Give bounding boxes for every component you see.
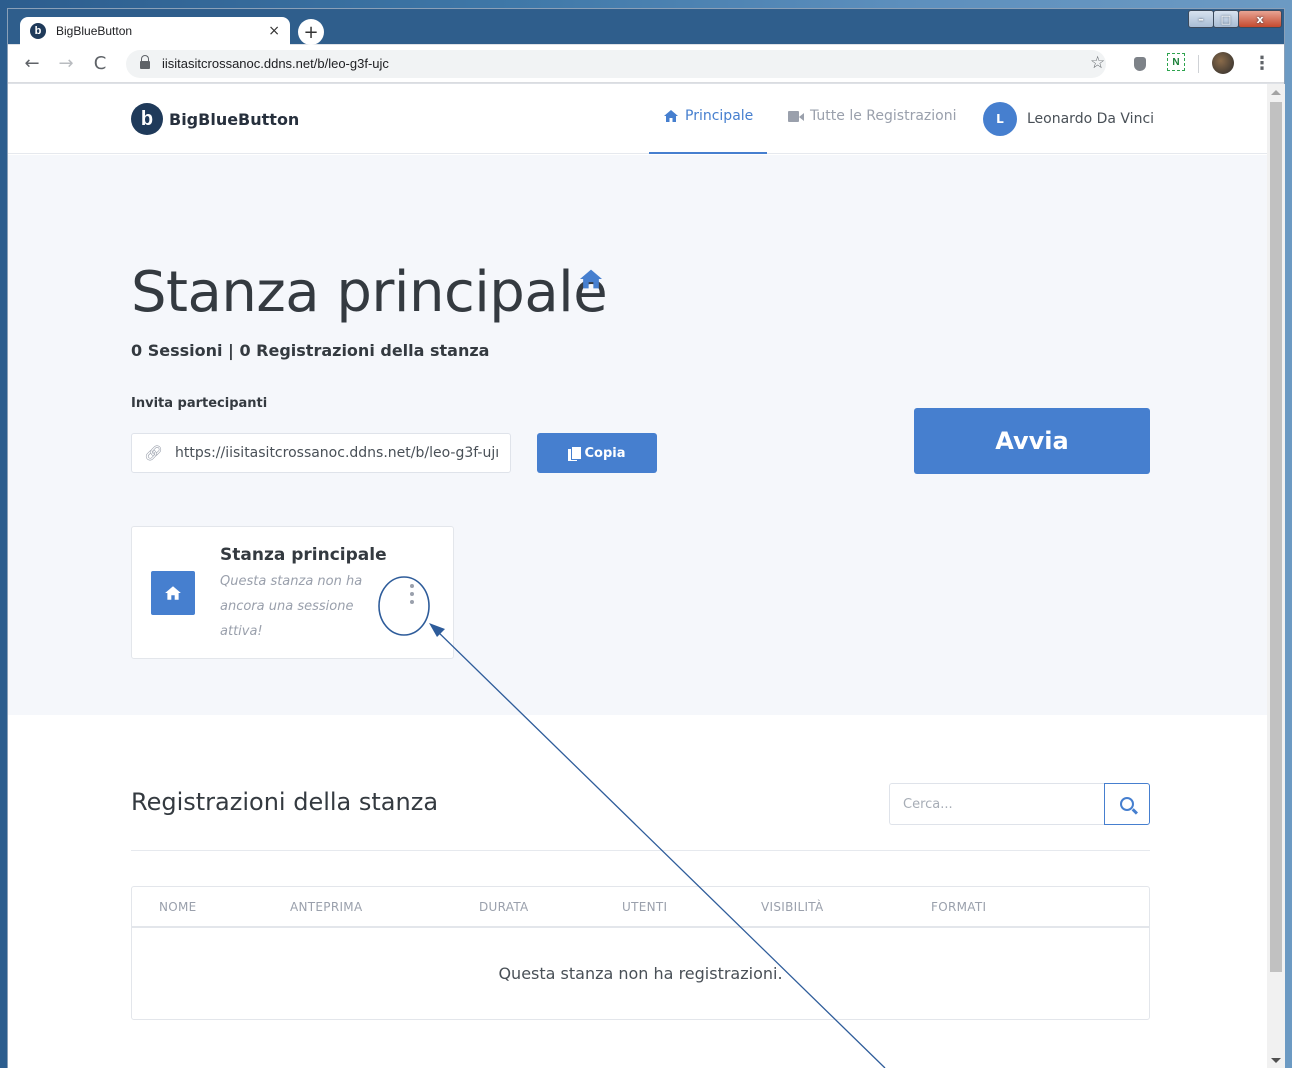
scroll-thumb[interactable] (1270, 102, 1282, 972)
copy-icon (568, 445, 583, 461)
nav-home-label: Principale (685, 108, 754, 124)
browser-toolbar: ← → C iisitasitcrossanoc.ddns.net/b/leo-… (8, 45, 1284, 83)
bookmark-star-icon[interactable]: ☆ (1090, 53, 1105, 73)
minimize-button[interactable]: – (1188, 10, 1214, 28)
page-viewport: b BigBlueButton Principale Tutte le Regi… (8, 84, 1267, 1068)
column-header-visibility[interactable]: VISIBILITÀ (761, 900, 824, 914)
url-text: iisitasitcrossanoc.ddns.net/b/leo-g3f-uj… (162, 56, 389, 71)
room-card[interactable]: Stanza principale Questa stanza non ha a… (131, 526, 454, 659)
column-header-formats: FORMATI (931, 900, 987, 914)
invite-url-value: https://iisitasitcrossanoc.ddns.net/b/le… (175, 445, 500, 461)
site-navbar: b BigBlueButton Principale Tutte le Regi… (8, 84, 1267, 154)
column-header-preview: ANTEPRIMA (290, 900, 363, 914)
maximize-button[interactable]: □ (1213, 10, 1239, 28)
room-home-icon (151, 571, 195, 615)
copy-button-label: Copia (584, 445, 626, 461)
room-hero: Stanza principale 0 Sessioni | 0 Registr… (8, 155, 1267, 715)
reload-button[interactable]: C (86, 50, 114, 78)
window-controls: – □ x (1188, 10, 1282, 28)
section-divider (131, 850, 1150, 851)
address-bar[interactable]: iisitasitcrossanoc.ddns.net/b/leo-g3f-uj… (126, 49, 1106, 78)
browser-menu-icon[interactable]: ⋮ (1253, 53, 1271, 74)
scroll-up-arrow[interactable] (1271, 90, 1281, 95)
room-stats: 0 Sessioni | 0 Registrazioni della stanz… (131, 341, 490, 360)
home-icon (664, 110, 678, 122)
user-name: Leonardo Da Vinci (1027, 111, 1155, 127)
column-header-duration[interactable]: DURATA (479, 900, 529, 914)
brand-name: BigBlueButton (169, 109, 300, 129)
column-header-name[interactable]: NOME (159, 900, 197, 914)
new-tab-button[interactable]: + (298, 19, 324, 45)
scroll-down-arrow[interactable] (1271, 1058, 1281, 1063)
brand[interactable]: b BigBlueButton (131, 103, 299, 135)
close-window-button[interactable]: x (1238, 10, 1282, 28)
extension-n-icon[interactable]: N (1167, 53, 1185, 71)
kebab-menu-icon[interactable] (408, 584, 416, 604)
toolbar-separator (1198, 55, 1199, 73)
back-button[interactable]: ← (18, 50, 46, 78)
tab-close-icon[interactable]: × (268, 23, 280, 39)
favicon-icon: b (30, 23, 46, 39)
home-room-icon (580, 269, 602, 289)
lock-icon (140, 55, 150, 69)
tab-title: BigBlueButton (56, 24, 133, 38)
recordings-search (889, 783, 1150, 825)
nav-recordings-link[interactable]: Tutte le Registrazioni (788, 108, 956, 124)
nav-home-link[interactable]: Principale (663, 108, 753, 124)
recordings-table: NOME ANTEPRIMA DURATA UTENTI VISIBILITÀ … (131, 886, 1150, 1020)
tab-bigbluebutton[interactable]: b BigBlueButton × (20, 17, 290, 45)
forward-button[interactable]: → (52, 50, 80, 78)
empty-recordings-message: Questa stanza non ha registrazioni. (498, 963, 783, 983)
copy-button[interactable]: Copia (537, 433, 657, 473)
page-scrollbar[interactable] (1267, 84, 1285, 1068)
search-input[interactable] (889, 783, 1104, 825)
active-nav-indicator (649, 152, 767, 154)
video-camera-icon (788, 110, 804, 122)
invite-label: Invita partecipanti (131, 396, 268, 411)
room-card-title: Stanza principale (220, 545, 387, 565)
bigbluebutton-logo-icon: b (131, 103, 163, 135)
shield-extension-icon[interactable] (1134, 57, 1146, 71)
link-icon: 🔗︎ (144, 444, 164, 462)
search-icon[interactable] (1104, 783, 1150, 825)
nav-recordings-label: Tutte le Registrazioni (810, 108, 957, 124)
table-header: NOME ANTEPRIMA DURATA UTENTI VISIBILITÀ … (132, 887, 1149, 928)
tab-strip: b BigBlueButton × + (8, 9, 1284, 45)
room-title: Stanza principale (131, 260, 608, 325)
invite-url-field[interactable]: 🔗︎ https://iisitasitcrossanoc.ddns.net/b… (131, 433, 511, 473)
room-card-status: Questa stanza non ha ancora una sessione… (220, 574, 363, 639)
column-header-users[interactable]: UTENTI (622, 900, 667, 914)
user-avatar: L (983, 102, 1017, 136)
profile-avatar[interactable] (1212, 52, 1234, 74)
recordings-title: Registrazioni della stanza (131, 788, 439, 816)
browser-window: b BigBlueButton × + – □ x ← → C iisitasi… (7, 8, 1285, 1068)
start-button[interactable]: Avvia (914, 408, 1150, 474)
user-menu[interactable]: L Leonardo Da Vinci (983, 102, 1154, 136)
